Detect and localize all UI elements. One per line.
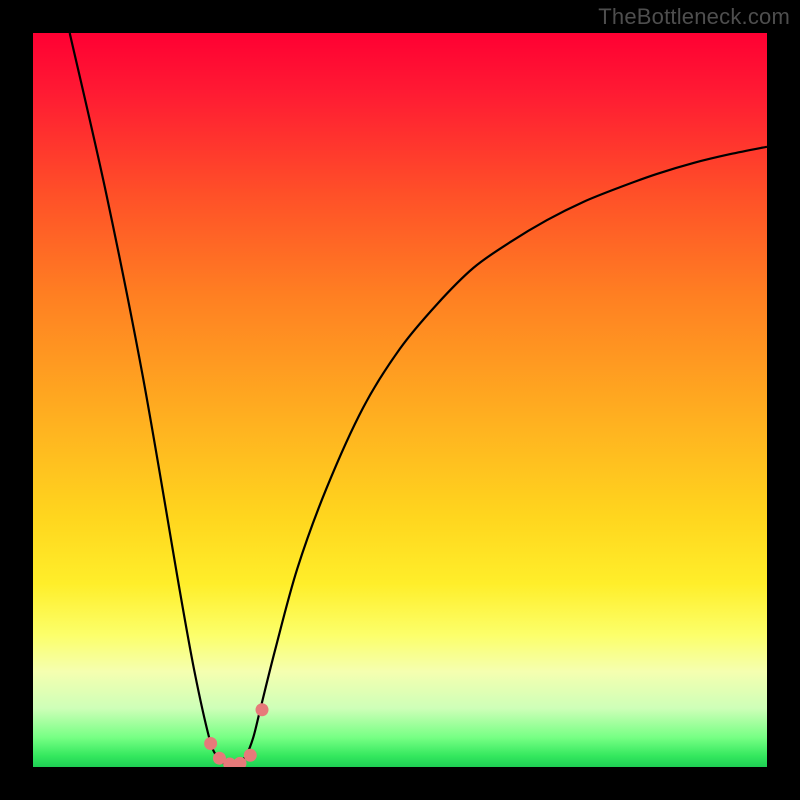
curve-svg: [33, 33, 767, 767]
curve-marker: [204, 737, 217, 750]
curve-marker: [244, 749, 257, 762]
plot-area: [33, 33, 767, 767]
chart-frame: TheBottleneck.com: [0, 0, 800, 800]
curve-markers: [204, 703, 268, 767]
curve-marker: [256, 703, 269, 716]
watermark-text: TheBottleneck.com: [598, 4, 790, 30]
bottleneck-curve: [70, 33, 767, 767]
